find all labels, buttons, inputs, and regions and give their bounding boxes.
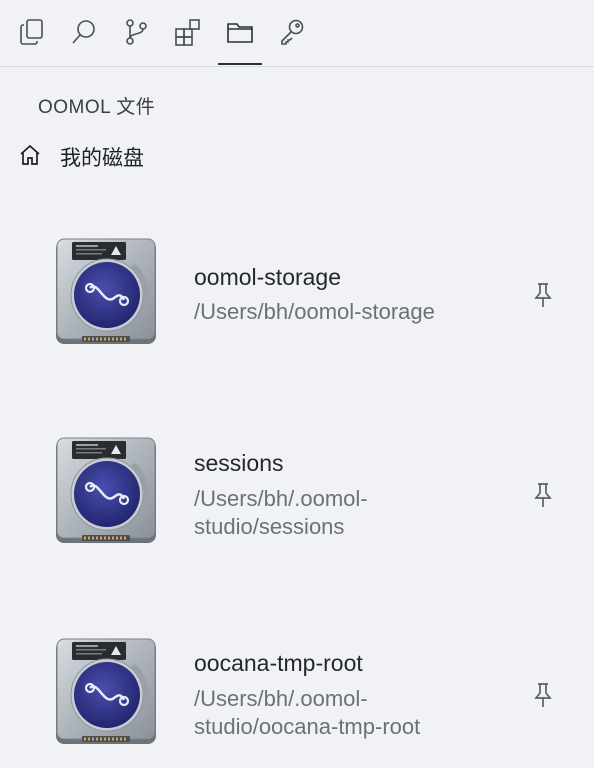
item-path-line: studio/sessions xyxy=(194,514,345,539)
list-item[interactable]: oomol-storage /Users/bh/oomol-storage xyxy=(0,232,594,356)
item-path-line: /Users/bh/.oomol- xyxy=(194,686,368,711)
item-name: oomol-storage xyxy=(194,264,342,290)
home-icon xyxy=(18,143,42,172)
item-name: sessions xyxy=(194,450,284,476)
copy-icon[interactable] xyxy=(14,14,50,50)
list-item[interactable]: oocana-tmp-root /Users/bh/.oomol- studio… xyxy=(0,632,594,756)
hard-drive-icon xyxy=(52,236,160,348)
section-title: OOMOL 文件 xyxy=(38,97,156,118)
active-tab-indicator xyxy=(218,63,262,65)
source-control-icon[interactable] xyxy=(118,14,154,50)
activity-toolbar xyxy=(0,0,594,67)
folder-icon[interactable] xyxy=(222,14,258,50)
item-path: /Users/bh/.oomol- studio/sessions xyxy=(194,485,494,541)
item-path: /Users/bh/.oomol- studio/oocana-tmp-root xyxy=(194,685,494,741)
item-path: /Users/bh/oomol-storage xyxy=(194,299,435,324)
pin-icon[interactable] xyxy=(530,681,556,709)
item-path-line: studio/oocana-tmp-root xyxy=(194,714,421,739)
item-path-line: /Users/bh/.oomol- xyxy=(194,486,368,511)
my-drive-label: 我的磁盘 xyxy=(60,147,144,170)
item-name: oocana-tmp-root xyxy=(194,650,363,676)
search-icon[interactable] xyxy=(66,14,102,50)
hard-drive-icon xyxy=(52,636,160,748)
hard-drive-icon xyxy=(52,435,160,547)
list-item[interactable]: sessions /Users/bh/.oomol- studio/sessio… xyxy=(0,432,594,556)
pin-icon[interactable] xyxy=(530,481,556,509)
extensions-icon[interactable] xyxy=(170,14,206,50)
pin-icon[interactable] xyxy=(530,281,556,309)
key-icon[interactable] xyxy=(274,14,310,50)
my-drive-row[interactable]: 我的磁盘 xyxy=(18,142,144,172)
